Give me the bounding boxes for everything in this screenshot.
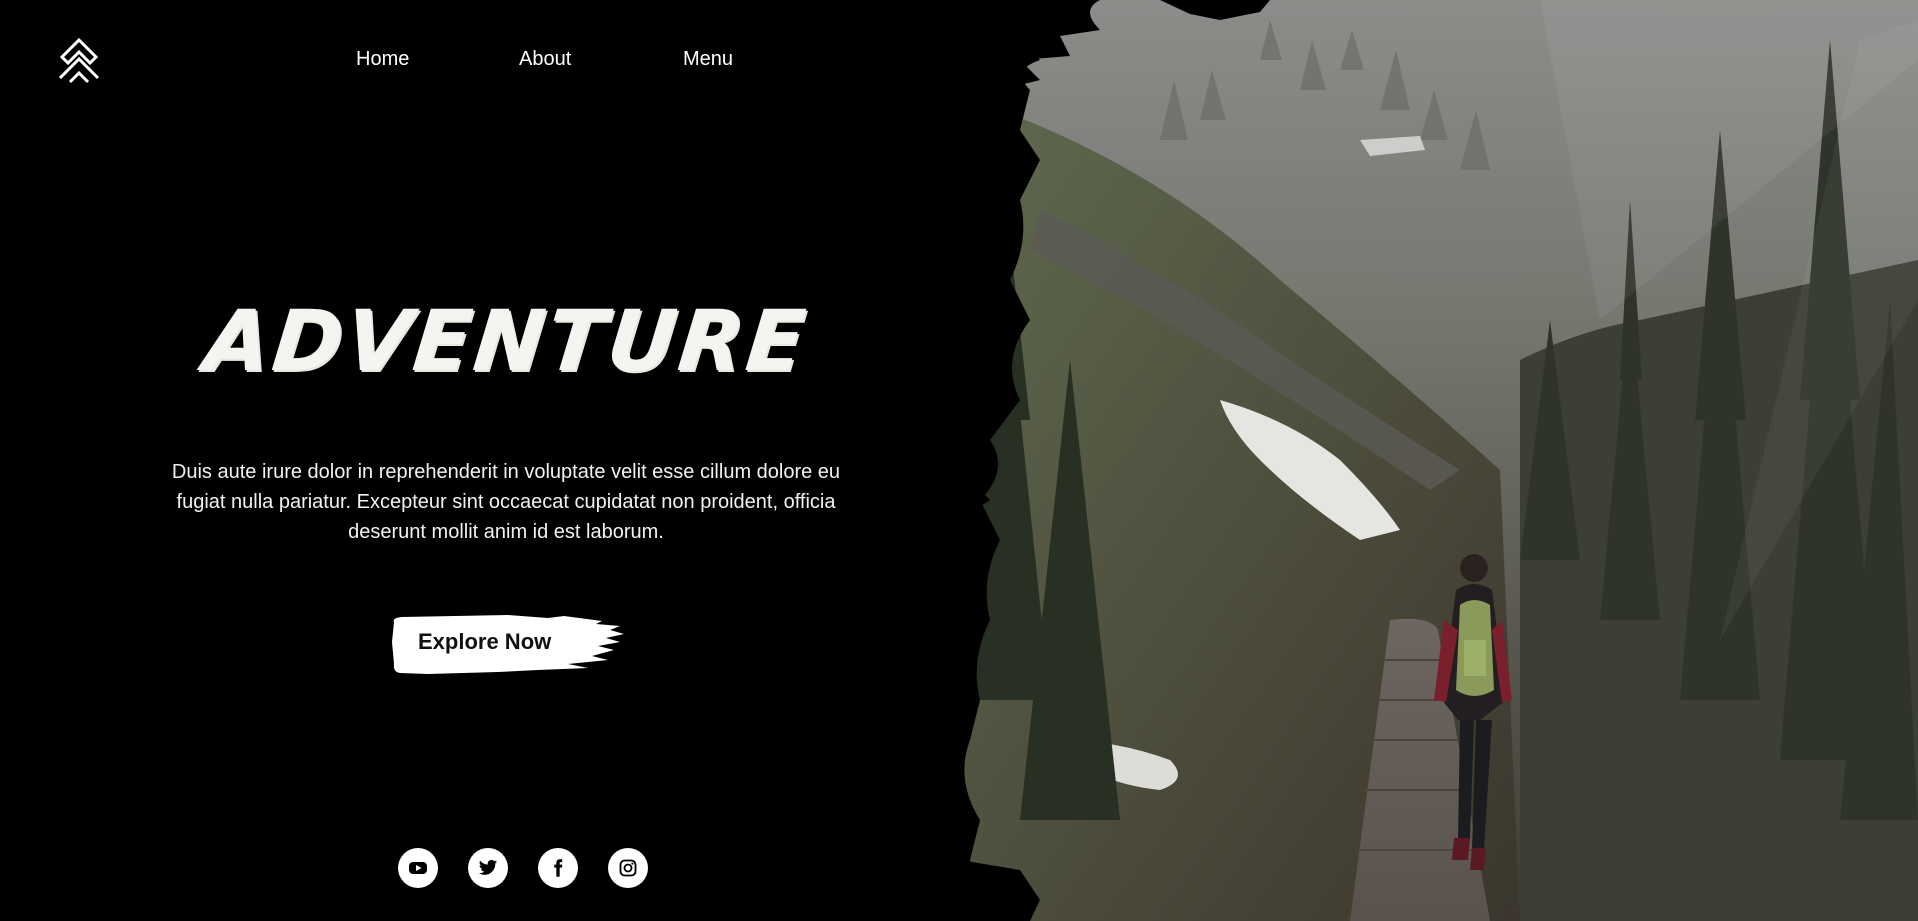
explore-now-label: Explore Now <box>418 629 552 654</box>
facebook-icon <box>554 859 563 877</box>
nav-menu[interactable]: Menu <box>683 48 733 71</box>
nav-home[interactable]: Home <box>356 48 409 71</box>
hero-description: Duis aute irure dolor in reprehenderit i… <box>171 461 841 543</box>
twitter-icon <box>478 859 498 875</box>
logo[interactable] <box>56 37 102 86</box>
facebook-link[interactable] <box>538 848 578 888</box>
explore-now-button[interactable]: Explore Now <box>388 612 624 676</box>
instagram-icon <box>619 859 637 877</box>
instagram-link[interactable] <box>608 848 648 888</box>
youtube-icon <box>409 862 427 874</box>
youtube-link[interactable] <box>398 848 438 888</box>
twitter-link[interactable] <box>468 848 508 888</box>
hero-photo <box>960 0 1918 921</box>
mountain-logo-icon <box>58 37 100 84</box>
hero-title: ADVENTURE <box>199 292 813 390</box>
nav-about[interactable]: About <box>519 48 571 71</box>
